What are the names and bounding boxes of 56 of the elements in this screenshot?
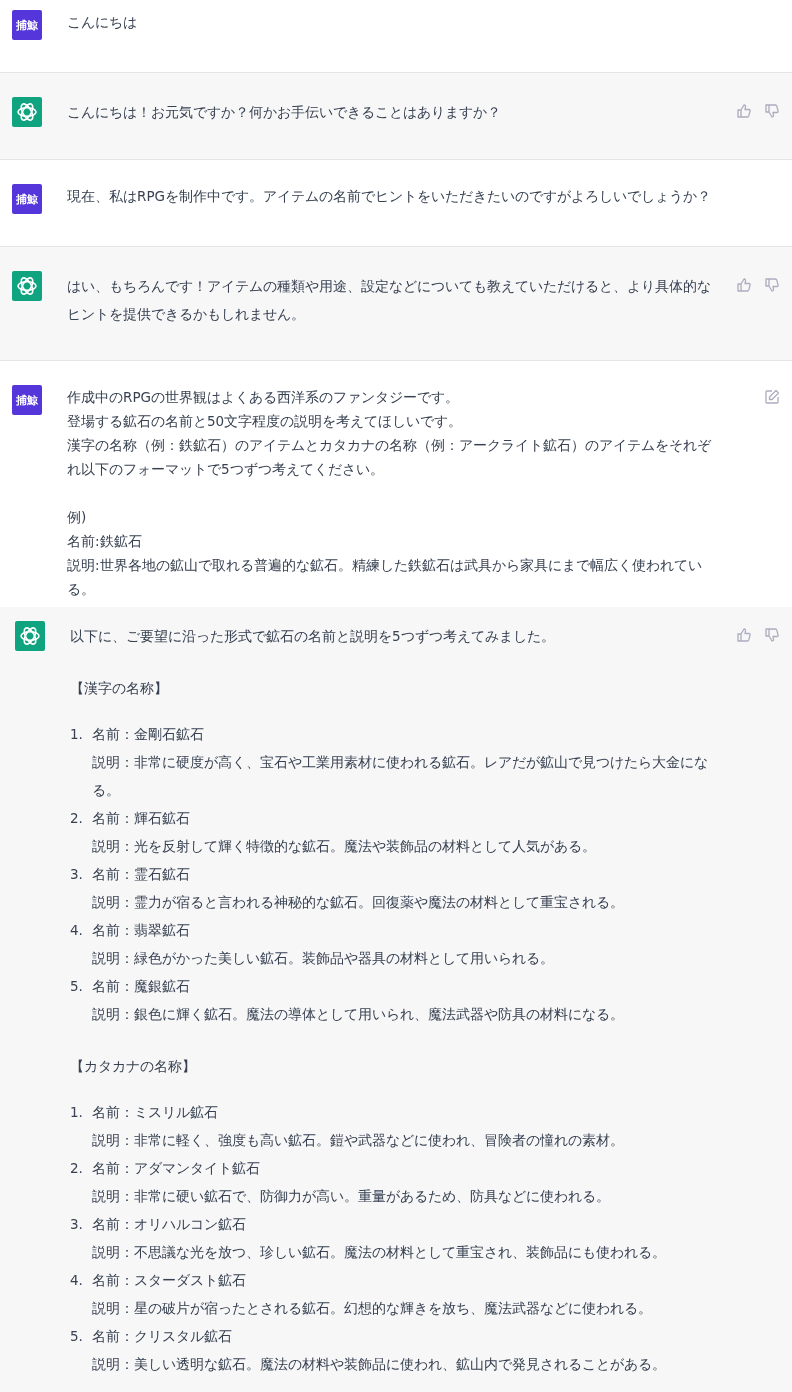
message-text: 【漢字の名称】 [70, 679, 169, 698]
item-name: 名前：クリスタル鉱石 [92, 1327, 233, 1346]
list-number: 5. [70, 977, 84, 996]
message-text: はい、もちろんです！アイテムの種類や用途、設定などについても教えていただけると、より具体的なヒントを提供できるかもしれません。 [67, 277, 712, 324]
item-name: 名前：スターダスト鉱石 [92, 1271, 247, 1290]
list-number: 4. [70, 921, 84, 940]
thumbs-down-icon[interactable] [764, 277, 780, 293]
item-description: 説明：銀色に輝く鉱石。魔法の導体として用いられ、魔法武器や防具の材料になる。 [92, 1005, 625, 1024]
user-avatar: 捕鯨 [12, 10, 42, 40]
list-number: 1. [70, 1103, 84, 1122]
thumbs-up-icon[interactable] [736, 627, 752, 643]
list-number: 1. [70, 725, 84, 744]
list-number: 3. [70, 865, 84, 884]
item-description: 説明：非常に硬度が高く、宝石や工業用素材に使われる鉱石。レアだが鉱山で見つけたら大金になる。 [92, 753, 709, 800]
list-number: 2. [70, 809, 84, 828]
item-name: 名前：翡翠鉱石 [92, 921, 191, 940]
item-name: 名前：魔銀鉱石 [92, 977, 191, 996]
bot-avatar-icon [12, 97, 42, 127]
item-description: 説明：不思議な光を放つ、珍しい鉱石。魔法の材料として重宝され、装飾品にも使われる。 [92, 1243, 667, 1262]
thumbs-up-icon[interactable] [736, 277, 752, 293]
item-name: 名前：霊石鉱石 [92, 865, 191, 884]
message-text: 名前:鉄鉱石 [67, 532, 143, 551]
edit-icon[interactable] [764, 389, 780, 405]
item-description: 説明：非常に硬い鉱石で、防御力が高い。重量があるため、防具などに使われる。 [92, 1187, 611, 1206]
message-text: 例) [67, 508, 88, 527]
list-number: 4. [70, 1271, 84, 1290]
message-text: 以下に、ご要望に沿った形式で鉱石の名前と説明を5つずつ考えてみました。 [70, 627, 556, 646]
message-text: 現在、私はRPGを制作中です。アイテムの名前でヒントをいただきたいのですがよろしいでしょうか？ [67, 187, 712, 206]
item-description: 説明：美しい透明な鉱石。魔法の材料や装飾品に使われ、鉱山内で発見されることがある。 [92, 1355, 667, 1374]
user-avatar: 捕鯨 [12, 385, 42, 415]
item-name: 名前：輝石鉱石 [92, 809, 191, 828]
message-text: こんにちは [67, 13, 138, 32]
item-name: 名前：オリハルコン鉱石 [92, 1215, 247, 1234]
message-text: こんにちは！お元気ですか？何かお手伝いできることはありますか？ [67, 103, 502, 122]
bot-avatar-icon [15, 621, 45, 651]
thumbs-up-icon[interactable] [736, 103, 752, 119]
thumbs-down-icon[interactable] [764, 627, 780, 643]
list-number: 3. [70, 1215, 84, 1234]
message-text: 作成中のRPGの世界観はよくある西洋系のファンタジーです。 [67, 388, 460, 407]
bot-avatar-icon [12, 271, 42, 301]
message-text: 【カタカナの名称】 [70, 1057, 197, 1076]
thumbs-down-icon[interactable] [764, 103, 780, 119]
message-text: 漢字の名称（例：鉄鉱石）のアイテムとカタカナの名称（例：アークライト鉱石）のアイテムをそれぞれ以下のフォーマットで5つずつ考えてください。 [67, 436, 712, 479]
item-name: 名前：金剛石鉱石 [92, 725, 205, 744]
message-text: 説明:世界各地の鉱山で取れる普遍的な鉱石。精練した鉄鉱石は武具から家具にまで幅広く使われている。 [67, 556, 703, 599]
item-name: 名前：ミスリル鉱石 [92, 1103, 219, 1122]
item-name: 名前：アダマンタイト鉱石 [92, 1159, 261, 1178]
item-description: 説明：非常に軽く、強度も高い鉱石。鎧や武器などに使われ、冒険者の憧れの素材。 [92, 1131, 625, 1150]
user-avatar: 捕鯨 [12, 184, 42, 214]
list-number: 2. [70, 1159, 84, 1178]
list-number: 5. [70, 1327, 84, 1346]
item-description: 説明：光を反射して輝く特徴的な鉱石。魔法や装飾品の材料として人気がある。 [92, 837, 597, 856]
item-description: 説明：緑色がかった美しい鉱石。装飾品や器具の材料として用いられる。 [92, 949, 555, 968]
item-description: 説明：星の破片が宿ったとされる鉱石。幻想的な輝きを放ち、魔法武器などに使われる。 [92, 1299, 653, 1318]
message-text: 登場する鉱石の名前と50文字程度の説明を考えてほしいです。 [67, 412, 464, 431]
item-description: 説明：霊力が宿ると言われる神秘的な鉱石。回復薬や魔法の材料として重宝される。 [92, 893, 625, 912]
